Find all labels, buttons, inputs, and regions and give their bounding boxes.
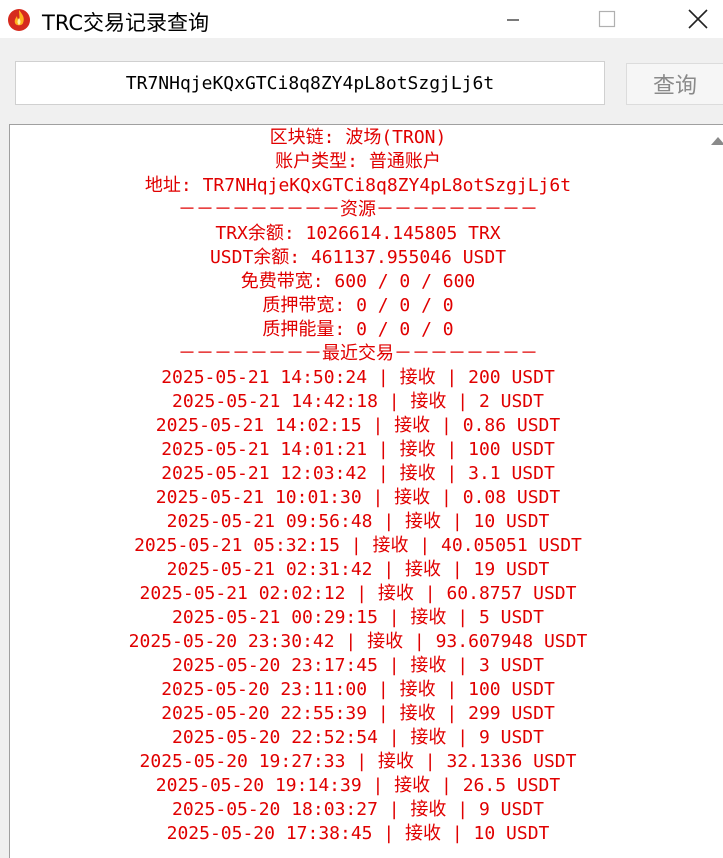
window-title: TRC交易记录查询 xyxy=(42,11,210,35)
transaction-row: 2025-05-21 12:03:42 | 接收 | 3.1 USDT xyxy=(161,463,555,484)
result-textbox[interactable]: 区块链: 波场(TRON) 账户类型: 普通账户 地址: TR7NHqjeKQx… xyxy=(9,124,723,858)
transaction-row: 2025-05-20 17:38:45 | 接收 | 10 USDT xyxy=(166,823,550,844)
transaction-row: 2025-05-20 18:03:27 | 接收 | 9 USDT xyxy=(172,799,544,820)
transaction-row: 2025-05-21 14:02:15 | 接收 | 0.86 USDT xyxy=(155,415,561,436)
transaction-row: 2025-05-20 23:30:42 | 接收 | 93.607948 USD… xyxy=(128,631,588,652)
minimize-button[interactable] xyxy=(490,0,536,38)
transaction-row: 2025-05-21 14:50:24 | 接收 | 200 USDT xyxy=(161,367,555,388)
query-button[interactable]: 查询 xyxy=(626,63,723,105)
transaction-row: 2025-05-21 09:56:48 | 接收 | 10 USDT xyxy=(166,511,550,532)
recent-transactions-header: －－－－－－－－最近交易－－－－－－－－ xyxy=(178,343,538,364)
staked-bandwidth-line: 质押带宽: 0 / 0 / 0 xyxy=(262,295,454,316)
scroll-up-arrow-icon[interactable] xyxy=(711,137,723,145)
transaction-row: 2025-05-20 23:11:00 | 接收 | 100 USDT xyxy=(161,679,555,700)
address-line: 地址: TR7NHqjeKQxGTCi8q8ZY4pL8otSzgjLj6t xyxy=(144,175,572,196)
account-type-line: 账户类型: 普通账户 xyxy=(275,151,441,172)
transaction-row: 2025-05-21 14:01:21 | 接收 | 100 USDT xyxy=(161,439,555,460)
result-lines: 区块链: 波场(TRON) 账户类型: 普通账户 地址: TR7NHqjeKQx… xyxy=(10,126,706,846)
transaction-row: 2025-05-20 22:55:39 | 接收 | 299 USDT xyxy=(161,703,555,724)
close-icon xyxy=(688,9,708,29)
transaction-row: 2025-05-21 02:31:42 | 接收 | 19 USDT xyxy=(166,559,550,580)
transaction-row: 2025-05-21 14:42:18 | 接收 | 2 USDT xyxy=(172,391,544,412)
minimize-icon xyxy=(507,19,519,21)
transaction-row: 2025-05-20 19:14:39 | 接收 | 26.5 USDT xyxy=(155,775,561,796)
staked-energy-line: 质押能量: 0 / 0 / 0 xyxy=(262,319,454,340)
maximize-icon xyxy=(598,10,616,28)
transaction-row: 2025-05-21 05:32:15 | 接收 | 40.05051 USDT xyxy=(134,535,582,556)
transaction-row: 2025-05-20 22:52:54 | 接收 | 9 USDT xyxy=(172,727,544,748)
transaction-row: 2025-05-20 19:27:33 | 接收 | 32.1336 USDT xyxy=(139,751,577,772)
transaction-row: 2025-05-20 23:17:45 | 接收 | 3 USDT xyxy=(172,655,544,676)
maximize-button[interactable] xyxy=(584,0,630,38)
chain-line: 区块链: 波场(TRON) xyxy=(269,127,447,148)
usdt-balance-line: USDT余额: 461137.955046 USDT xyxy=(209,247,507,268)
resources-header: －－－－－－－－－资源－－－－－－－－－ xyxy=(178,199,538,220)
transaction-row: 2025-05-21 02:02:12 | 接收 | 60.8757 USDT xyxy=(139,583,577,604)
transaction-row: 2025-05-21 00:29:15 | 接收 | 5 USDT xyxy=(172,607,544,628)
address-input[interactable] xyxy=(15,61,605,105)
title-bar: TRC交易记录查询 xyxy=(0,0,723,38)
transaction-row: 2025-05-21 10:01:30 | 接收 | 0.08 USDT xyxy=(155,487,561,508)
trx-balance-line: TRX余额: 1026614.145805 TRX xyxy=(215,223,501,244)
flame-app-icon xyxy=(8,9,30,31)
free-bandwidth-line: 免费带宽: 600 / 0 / 600 xyxy=(240,271,476,292)
close-button[interactable] xyxy=(675,0,721,38)
